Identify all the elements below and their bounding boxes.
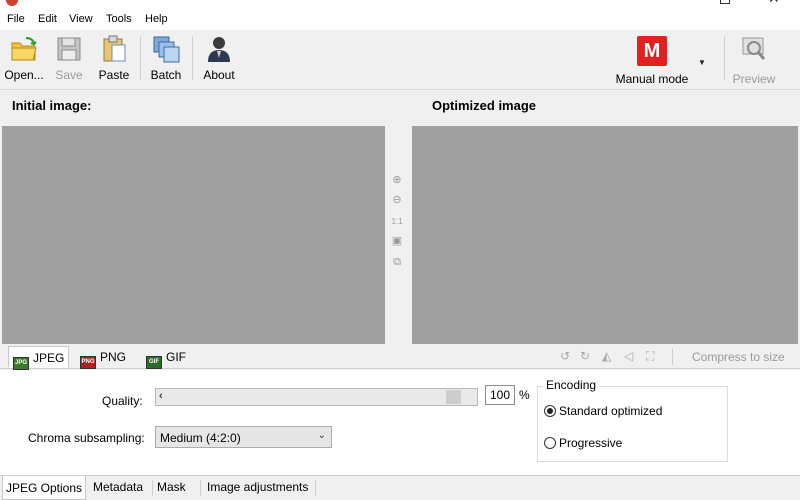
- jpeg-file-icon: JPG: [13, 357, 29, 370]
- close-icon[interactable]: ✕: [768, 0, 780, 7]
- zoom-in-icon[interactable]: ⊕: [390, 173, 404, 187]
- menu-bar: File Edit View Tools Help: [0, 8, 800, 30]
- toolbar-separator: [724, 36, 725, 80]
- toolbar-separator: [192, 36, 193, 80]
- chroma-subsampling-select[interactable]: Medium (4:2:0) ⌄: [155, 426, 332, 448]
- initial-image-heading: Initial image:: [12, 98, 92, 113]
- quality-unit: %: [519, 388, 530, 402]
- save-label: Save: [55, 68, 83, 82]
- menu-tools[interactable]: Tools: [106, 13, 132, 25]
- tab-metadata[interactable]: Metadata: [90, 478, 146, 498]
- manual-mode-button[interactable]: M Manual mode: [604, 32, 700, 86]
- rotate-right-icon[interactable]: ↻: [580, 349, 590, 363]
- slider-left-arrow-icon[interactable]: ‹: [159, 390, 163, 402]
- preview-label: Preview: [732, 72, 776, 86]
- tab-mask[interactable]: Mask: [154, 478, 189, 498]
- compare-view-icon[interactable]: ⧉: [390, 255, 404, 269]
- quality-slider[interactable]: ‹: [155, 388, 478, 406]
- save-button[interactable]: Save: [50, 32, 88, 84]
- encoding-title: Encoding: [543, 378, 600, 392]
- fit-to-window-icon[interactable]: ▣: [390, 234, 404, 248]
- tab-separator: [152, 480, 153, 496]
- quality-label: Quality:: [102, 394, 143, 408]
- menu-help[interactable]: Help: [145, 13, 168, 25]
- bottom-tabs-bar: JPEG Options Metadata Mask Image adjustm…: [0, 475, 800, 500]
- tab-jpeg[interactable]: JPG JPEG: [8, 346, 70, 370]
- tab-gif-label: GIF: [166, 350, 186, 364]
- encoding-standard-label: Standard optimized: [559, 404, 663, 418]
- encoding-progressive-label: Progressive: [559, 436, 623, 450]
- about-person-icon: [208, 37, 230, 62]
- gif-file-icon: GIF: [146, 356, 162, 369]
- tab-image-adjustments[interactable]: Image adjustments: [204, 478, 311, 498]
- radio-unselected-icon[interactable]: [544, 437, 556, 449]
- tab-separator: [315, 480, 316, 496]
- tab-gif[interactable]: GIF GIF: [142, 346, 190, 369]
- zoom-actual-size-icon[interactable]: 1:1: [390, 215, 404, 229]
- maximize-icon[interactable]: [720, 0, 730, 4]
- window-titlebar: ✕: [0, 0, 800, 8]
- crop-icon[interactable]: ⛶: [646, 349, 654, 364]
- menu-file[interactable]: File: [7, 13, 25, 25]
- app-icon: [6, 0, 18, 6]
- chroma-subsampling-value: Medium (4:2:0): [160, 431, 241, 445]
- format-toolbar-separator: [672, 349, 673, 365]
- optimized-image-area[interactable]: [412, 126, 798, 344]
- paste-button[interactable]: Paste: [93, 32, 135, 84]
- batch-images-icon: [153, 36, 180, 63]
- paste-clipboard-icon: [103, 35, 126, 62]
- tab-jpeg-options[interactable]: JPEG Options: [2, 476, 87, 500]
- open-button[interactable]: Open...: [2, 32, 46, 84]
- tab-separator: [200, 480, 201, 496]
- menu-edit[interactable]: Edit: [38, 13, 57, 25]
- flip-horizontal-icon[interactable]: ◭: [602, 349, 611, 363]
- about-button[interactable]: About: [198, 32, 240, 84]
- open-folder-icon: [11, 37, 37, 61]
- tab-png-label: PNG: [100, 350, 127, 364]
- save-disk-icon: [57, 37, 81, 61]
- zoom-out-icon[interactable]: ⊖: [390, 193, 404, 207]
- encoding-groupbox: Encoding Standard optimized Progressive: [537, 378, 728, 462]
- jpeg-options-panel: Quality: ‹ 100 % Chroma subsampling: Med…: [0, 370, 800, 475]
- preview-magnifier-icon: [742, 37, 766, 60]
- paste-label: Paste: [98, 68, 130, 82]
- encoding-progressive-option[interactable]: Progressive: [544, 436, 622, 450]
- chevron-down-icon: ⌄: [317, 430, 326, 441]
- rotate-left-icon[interactable]: ↺: [560, 349, 570, 363]
- radio-selected-icon[interactable]: [544, 405, 556, 417]
- tab-jpeg-label: JPEG: [33, 351, 65, 365]
- mode-dropdown-arrow-icon[interactable]: ▼: [698, 58, 706, 67]
- manual-mode-label: Manual mode: [615, 72, 689, 86]
- slider-thumb[interactable]: [446, 390, 461, 404]
- chroma-subsampling-label: Chroma subsampling:: [28, 431, 145, 445]
- about-label: About: [203, 68, 235, 82]
- format-tabs-bar: JPG JPEG PNG PNG GIF GIF ↺ ↻ ◭ ◁ ⛶ Compress…: [0, 344, 800, 370]
- batch-label: Batch: [150, 68, 182, 82]
- encoding-standard-option[interactable]: Standard optimized: [544, 404, 662, 418]
- optimized-image-heading: Optimized image: [432, 98, 537, 113]
- open-label: Open...: [4, 68, 44, 82]
- png-file-icon: PNG: [80, 356, 96, 369]
- toolbar-separator: [140, 36, 141, 80]
- preview-button[interactable]: Preview: [730, 32, 778, 86]
- tab-png[interactable]: PNG PNG: [76, 346, 130, 369]
- compress-to-size-button[interactable]: Compress to size: [692, 350, 785, 364]
- initial-image-area[interactable]: [2, 126, 385, 344]
- batch-button[interactable]: Batch: [146, 32, 186, 84]
- flip-vertical-icon[interactable]: ◁: [624, 349, 633, 363]
- manual-mode-icon: M: [637, 36, 667, 66]
- toolbar: Open... Save Paste Batch About M Manual …: [0, 30, 800, 90]
- quality-value-field[interactable]: 100: [485, 385, 515, 405]
- menu-view[interactable]: View: [69, 13, 93, 25]
